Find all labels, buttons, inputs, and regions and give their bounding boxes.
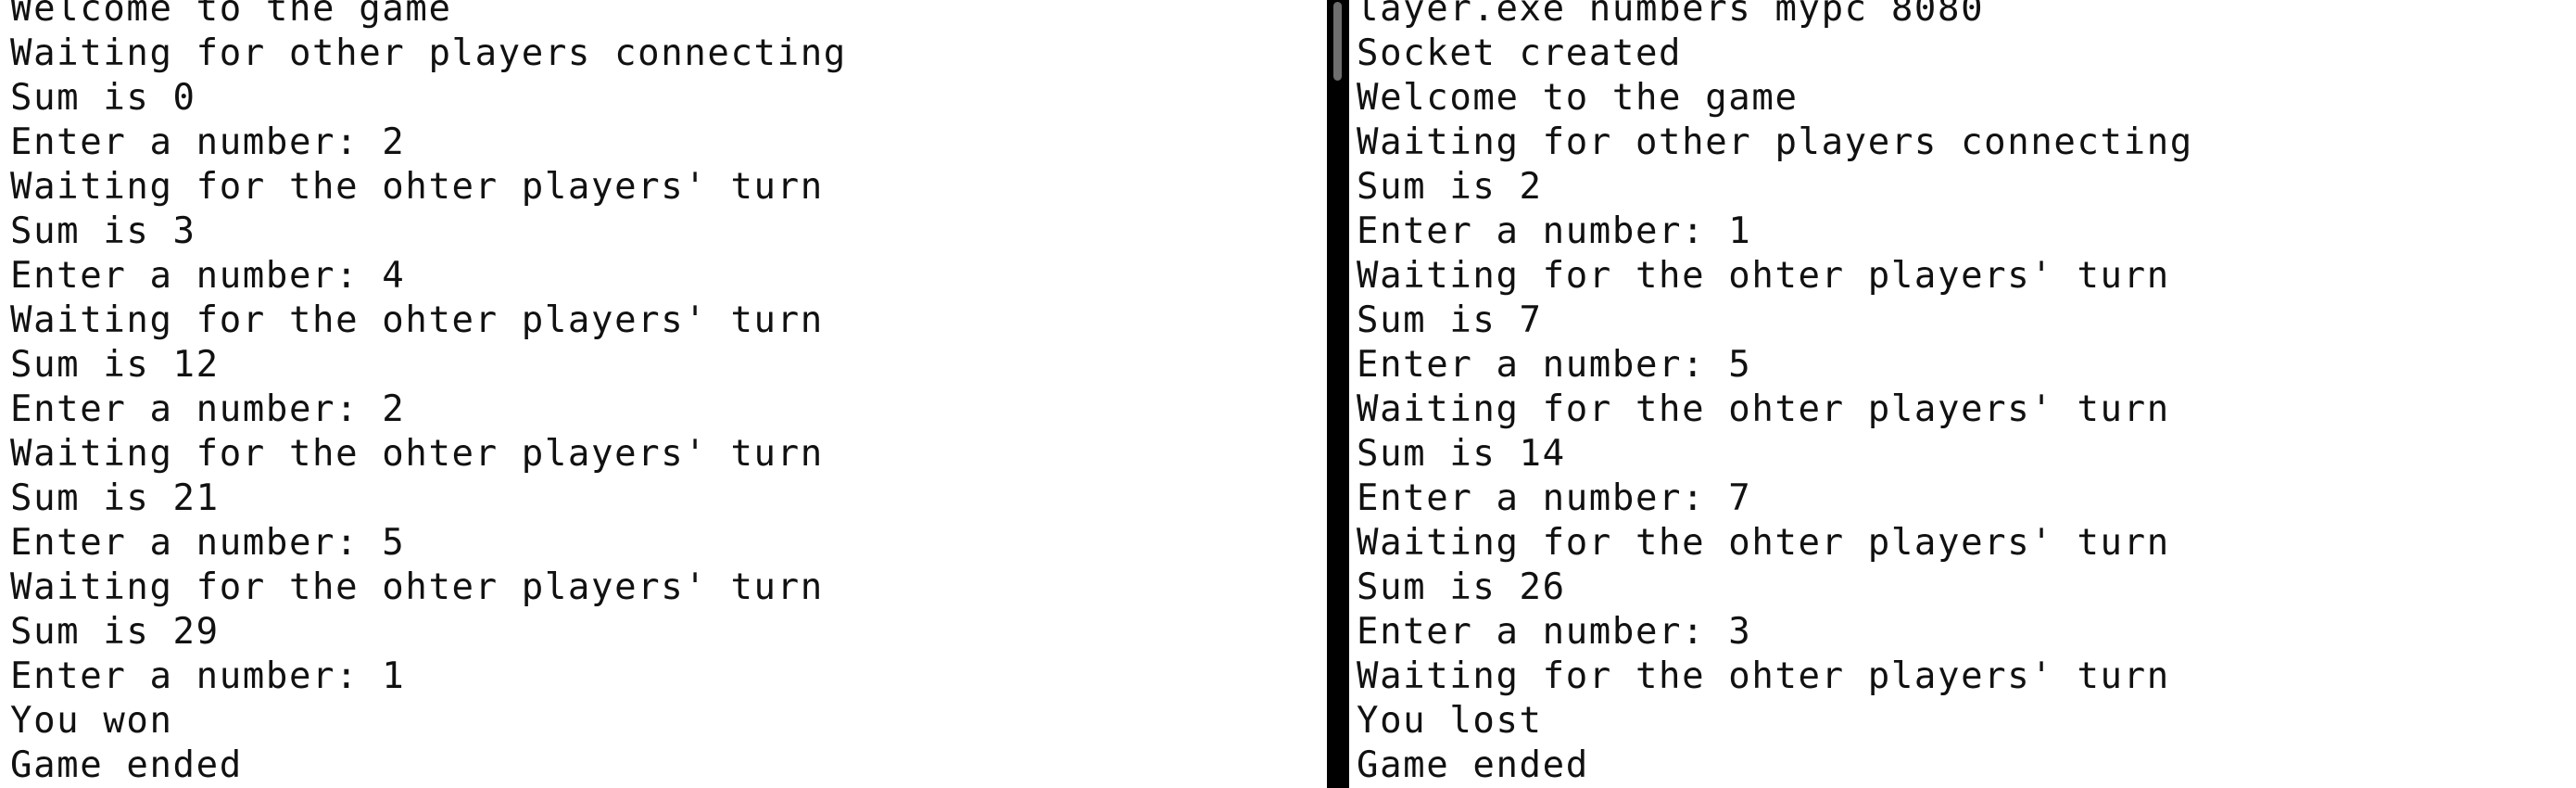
terminal-line: Waiting for the ohter players' turn [1357, 522, 2170, 564]
terminal-line: Sum is 2 [1357, 166, 1543, 208]
terminal-line: Welcome to the game [10, 0, 452, 30]
terminal-line: Waiting for the ohter players' turn [10, 166, 824, 208]
pane-divider[interactable] [1327, 0, 1349, 788]
left-terminal-output: Welcome to the game Waiting for other pl… [10, 0, 847, 788]
terminal-line: Waiting for the ohter players' turn [1357, 255, 2170, 297]
terminal-line: layer.exe numbers mypc 8080 [1357, 0, 1985, 30]
right-terminal-pane[interactable]: layer.exe numbers mypc 8080 Socket creat… [1349, 0, 2576, 788]
terminal-line: Sum is 0 [10, 77, 196, 119]
terminal-line: Game ended [10, 744, 243, 786]
terminal-line: Waiting for the ohter players' turn [10, 299, 824, 341]
terminal-line: Enter a number: 5 [10, 522, 406, 564]
terminal-line: Welcome to the game [1357, 77, 1799, 119]
left-terminal-pane[interactable]: Welcome to the game Waiting for other pl… [0, 0, 1327, 788]
terminal-line: Enter a number: 1 [10, 655, 406, 697]
terminal-line: Enter a number: 1 [1357, 210, 1752, 252]
terminal-line: You won [10, 700, 173, 742]
terminal-line: Enter a number: 2 [10, 121, 406, 163]
terminal-line: Enter a number: 3 [1357, 611, 1752, 653]
terminal-line: Waiting for the ohter players' turn [1357, 388, 2170, 430]
terminal-screen: Welcome to the game Waiting for other pl… [0, 0, 2576, 788]
terminal-line: Sum is 14 [1357, 433, 1566, 475]
terminal-line: Sum is 29 [10, 611, 220, 653]
terminal-line: Enter a number: 7 [1357, 477, 1752, 519]
terminal-line: Waiting for other players connecting [1357, 121, 2193, 163]
terminal-line: Enter a number: 5 [1357, 344, 1752, 386]
terminal-line: Game ended [1357, 744, 1589, 786]
terminal-line: Waiting for the ohter players' turn [10, 433, 824, 475]
terminal-line: Sum is 7 [1357, 299, 1543, 341]
terminal-line: Sum is 26 [1357, 566, 1566, 608]
terminal-line: Enter a number: 2 [10, 388, 406, 430]
terminal-line: Enter a number: 4 [10, 255, 406, 297]
terminal-line: Sum is 21 [10, 477, 220, 519]
terminal-line: Socket created [1357, 32, 1683, 74]
terminal-line: Sum is 12 [10, 344, 220, 386]
terminal-line: Waiting for the ohter players' turn [10, 566, 824, 608]
scrollbar-thumb[interactable] [1333, 2, 1342, 81]
terminal-line: You lost [1357, 700, 1543, 742]
terminal-line: Sum is 3 [10, 210, 196, 252]
terminal-line: Waiting for the ohter players' turn [1357, 655, 2170, 697]
right-terminal-output: layer.exe numbers mypc 8080 Socket creat… [1357, 0, 2193, 788]
terminal-line: Waiting for other players connecting [10, 32, 847, 74]
